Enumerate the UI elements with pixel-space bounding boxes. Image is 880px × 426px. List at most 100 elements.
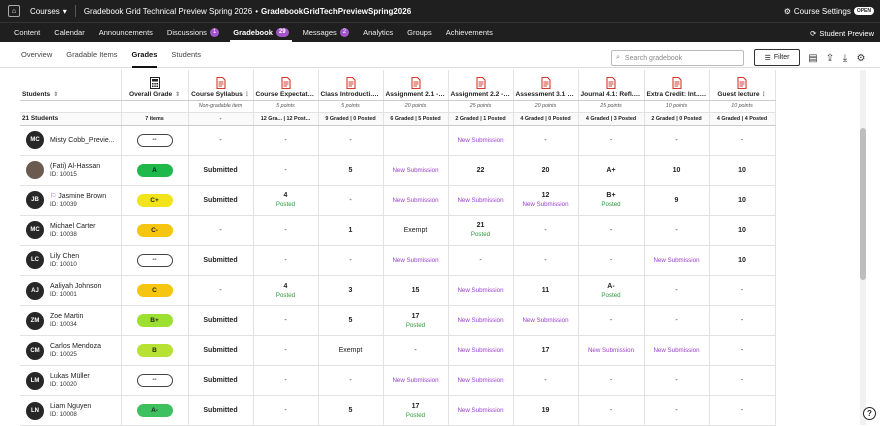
search-input[interactable]: ⌕ Search gradebook [611, 50, 744, 66]
settings-gear-icon[interactable]: ⚙ [855, 52, 867, 64]
grade-cell[interactable]: - [578, 125, 645, 156]
grade-cell[interactable]: - [253, 125, 319, 156]
student-cell[interactable]: JB ⚐ Jasmine Brown ID: 10039 [20, 185, 122, 216]
grade-cell[interactable]: 9 [644, 185, 710, 216]
grade-cell[interactable]: - [253, 335, 319, 367]
student-name[interactable]: Misty Cobb_Previe... [50, 136, 115, 145]
student-cell[interactable]: MC Michael Carter ID: 10038 [20, 215, 122, 246]
grade-cell[interactable]: - [253, 305, 319, 337]
nav-discussions[interactable]: Discussions 1 [160, 23, 226, 42]
grade-cell[interactable]: Submitted [188, 365, 254, 397]
grade-cell[interactable]: New Submission [448, 305, 514, 337]
grade-cell[interactable]: - [578, 365, 645, 397]
grade-cell[interactable]: - [188, 275, 254, 307]
nav-content[interactable]: Content [7, 23, 47, 42]
grade-cell[interactable]: 15 [383, 275, 449, 307]
student-name[interactable]: ⚐ Jasmine Brown [50, 192, 106, 201]
course-settings-button[interactable]: ⚙ Course Settings OPEN [784, 7, 874, 16]
grade-cell[interactable]: - [188, 125, 254, 156]
column-header[interactable]: Extra Credit: Int... ⋮ [644, 70, 710, 101]
courses-menu[interactable]: Courses ▾ [30, 7, 67, 16]
grade-cell[interactable]: 4 Posted [253, 275, 319, 307]
student-name[interactable]: Carlos Mendoza [50, 342, 101, 351]
grade-cell[interactable]: - [318, 245, 384, 276]
student-name[interactable]: Lukas Müller [50, 372, 90, 381]
column-menu-icon[interactable]: ⋮ [244, 91, 250, 98]
grade-cell[interactable]: - [253, 215, 319, 246]
overall-grade-cell[interactable]: C+ [121, 185, 189, 216]
grade-cell[interactable]: - [709, 125, 776, 156]
column-header[interactable]: Guest lecture⋮ [709, 70, 776, 101]
grade-cell[interactable]: - [644, 275, 710, 307]
grade-cell[interactable]: New Submission [383, 155, 449, 186]
grade-cell[interactable]: New Submission [513, 305, 579, 337]
grade-cell[interactable]: 4 Posted [253, 185, 319, 216]
grade-cell[interactable]: - [578, 215, 645, 246]
home-icon[interactable]: ⌂ [8, 5, 20, 17]
grading-view-icon[interactable]: ▤ [807, 52, 819, 64]
grade-cell[interactable]: - [709, 275, 776, 307]
grade-cell[interactable]: 3 [318, 275, 384, 307]
grade-cell[interactable]: 5 [318, 305, 384, 337]
grade-cell[interactable]: - [644, 215, 710, 246]
nav-messages[interactable]: Messages 2 [296, 23, 357, 42]
nav-analytics[interactable]: Analytics [356, 23, 400, 42]
grade-cell[interactable]: New Submission [383, 185, 449, 216]
grade-cell[interactable]: - [448, 245, 514, 276]
nav-achievements[interactable]: Achievements [439, 23, 500, 42]
tab-students[interactable]: Students [164, 42, 208, 68]
grade-cell[interactable]: New Submission [448, 185, 514, 216]
grade-cell[interactable]: Exempt [318, 335, 384, 367]
grade-cell[interactable]: - [644, 125, 710, 156]
grade-cell[interactable]: 12 New Submission [513, 185, 579, 216]
tab-overview[interactable]: Overview [14, 42, 59, 68]
column-menu-icon[interactable]: ⋮ [314, 91, 317, 98]
grade-cell[interactable]: - [644, 395, 710, 426]
column-header[interactable]: Course Expectat...⋮ [253, 70, 319, 101]
student-cell[interactable]: CM Carlos Mendoza ID: 10025 [20, 335, 122, 367]
student-cell[interactable]: LC Lily Chen ID: 10010 [20, 245, 122, 276]
filter-button[interactable]: ☰ Filter [754, 49, 800, 66]
scrollbar-thumb[interactable] [860, 128, 866, 280]
column-header[interactable]: Journal 4.1: Refl... ⋮ [578, 70, 645, 101]
grade-cell[interactable]: New Submission [644, 335, 710, 367]
column-header[interactable]: Class Introducti... ⋮ [318, 70, 384, 101]
grade-cell[interactable]: New Submission [448, 395, 514, 426]
student-name[interactable]: (Fati) Al-Hassan [50, 162, 100, 171]
grade-cell[interactable]: Submitted [188, 335, 254, 367]
column-header[interactable]: Assignment 2.1 -...⋮ [383, 70, 449, 101]
overall-grade-cell[interactable]: B [121, 335, 189, 367]
overall-grade-cell[interactable]: B+ [121, 305, 189, 337]
grade-cell[interactable]: A- Posted [578, 275, 645, 307]
overall-grade-cell[interactable]: A [121, 155, 189, 186]
grade-cell[interactable]: Submitted [188, 245, 254, 276]
overall-grade-header[interactable]: Overall Grade ⇕ [121, 70, 189, 101]
grade-cell[interactable]: 19 [513, 395, 579, 426]
nav-gradebook[interactable]: Gradebook 29 [226, 23, 295, 42]
grade-cell[interactable]: - [709, 335, 776, 367]
grade-cell[interactable]: New Submission [448, 335, 514, 367]
grade-cell[interactable]: New Submission [383, 245, 449, 276]
grade-cell[interactable]: - [513, 215, 579, 246]
student-cell[interactable]: LN Liam Nguyen ID: 10008 [20, 395, 122, 426]
students-column-header[interactable]: Students ⇕ [20, 70, 122, 101]
grade-cell[interactable]: - [644, 365, 710, 397]
grade-cell[interactable]: - [188, 215, 254, 246]
column-header[interactable]: Assignment 2.2 -...⋮ [448, 70, 514, 101]
upload-icon[interactable]: ⇪ [824, 52, 836, 64]
download-icon[interactable]: ⤓ [839, 52, 851, 64]
grade-cell[interactable]: - [253, 245, 319, 276]
grade-cell[interactable]: 21 Posted [448, 215, 514, 246]
grade-cell[interactable]: 17 Posted [383, 305, 449, 337]
student-cell[interactable]: FA (Fati) Al-Hassan ID: 10015 [20, 155, 122, 186]
grade-cell[interactable]: - [253, 395, 319, 426]
column-menu-icon[interactable]: ⋮ [761, 91, 767, 98]
overall-grade-cell[interactable]: -- [121, 125, 189, 156]
student-cell[interactable]: AJ Aaliyah Johnson ID: 10001 [20, 275, 122, 307]
grade-cell[interactable] [383, 125, 449, 156]
grade-cell[interactable]: 17 Posted [383, 395, 449, 426]
overall-grade-cell[interactable]: C- [121, 215, 189, 246]
grade-cell[interactable]: A+ [578, 155, 645, 186]
nav-calendar[interactable]: Calendar [47, 23, 91, 42]
grade-cell[interactable]: 10 [709, 245, 776, 276]
